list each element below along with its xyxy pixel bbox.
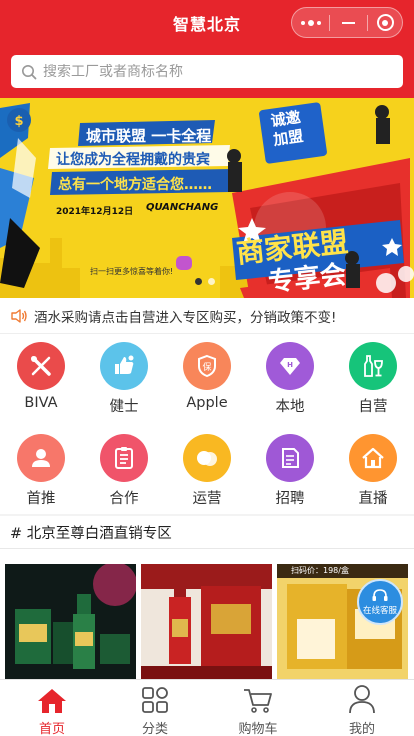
promo-banner[interactable]: $ 城市联盟 一卡全程 让您成为全程拥戴的贵宾 总有一个地方适合您…… 2021…	[0, 98, 414, 298]
tools-icon	[17, 342, 65, 390]
carousel-indicators	[195, 278, 215, 285]
banner-date: 2021年12月12日	[56, 207, 134, 217]
bottom-tab-bar: 首页 分类 购物车 我的	[0, 679, 414, 736]
tab-profile[interactable]: 我的	[310, 680, 414, 736]
product-card[interactable]	[141, 564, 272, 679]
minimize-button[interactable]	[330, 8, 367, 37]
svg-text:保: 保	[202, 361, 211, 373]
grid-item-label: 直播	[358, 491, 388, 507]
cart-icon	[244, 689, 272, 713]
grid-item-label: 运营	[192, 491, 222, 507]
home-icon	[38, 689, 66, 713]
category-grid: BIVA 健士 保 Apple H 本地 自营 首推 合作 运营 招聘 直播	[0, 334, 414, 514]
headset-icon	[372, 588, 388, 601]
grid-item-cooperate[interactable]: 合作	[84, 434, 164, 508]
tab-category[interactable]: 分类	[103, 680, 207, 736]
diamond-icon: H	[266, 342, 314, 390]
home-icon	[349, 434, 397, 482]
grid-item-self-run[interactable]: 自营	[333, 342, 413, 416]
tab-label: 首页	[38, 722, 65, 736]
close-miniprogram-button[interactable]	[368, 8, 402, 37]
grid-item-local[interactable]: H 本地	[250, 342, 330, 416]
grid-item-recommend[interactable]: 首推	[1, 434, 81, 508]
grid-item-label: 自营	[358, 399, 388, 415]
grid-item-apple[interactable]: 保 Apple	[167, 342, 247, 411]
user-icon	[17, 434, 65, 482]
search-icon	[22, 64, 37, 79]
tab-cart[interactable]: 购物车	[206, 680, 310, 736]
shield-icon: 保	[183, 342, 231, 390]
section-header: # 北京至尊白酒直销专区	[0, 516, 414, 549]
carousel-dot-active[interactable]	[195, 278, 202, 285]
carousel-dot[interactable]	[208, 278, 215, 285]
banner-subheadline: 专享会	[266, 259, 348, 298]
banner-city: QUANCHANG	[146, 202, 219, 213]
target-close-icon	[376, 14, 394, 31]
miniprogram-capsule	[291, 7, 403, 38]
grid-item-label: BIVA	[24, 395, 58, 411]
notice-text: 酒水采购请点击自营进入专区购买，分销政策不变!	[34, 309, 337, 326]
tab-label: 分类	[141, 722, 168, 736]
bottle-icon	[349, 342, 397, 390]
svg-text:$: $	[14, 114, 23, 129]
thumbs-up-icon	[100, 342, 148, 390]
grid-item-jianshi[interactable]: 健士	[84, 342, 164, 416]
person-icon	[349, 685, 375, 714]
svg-text:H: H	[287, 361, 293, 369]
section-title: # 北京至尊白酒直销专区	[10, 525, 172, 542]
grid-item-label: 本地	[275, 399, 305, 415]
grid-item-label: Apple	[186, 395, 228, 411]
product-price-tag: 扫码价：198/盒	[291, 566, 349, 575]
grid-item-label: 首推	[26, 491, 56, 507]
search-area	[0, 44, 414, 98]
header-bar: 智慧北京	[0, 0, 414, 44]
grid-item-recruit[interactable]: 招聘	[250, 434, 330, 508]
grid-item-live[interactable]: 直播	[333, 434, 413, 508]
more-menu-button[interactable]	[292, 8, 329, 37]
banner-line-3: 总有一个地方适合您……	[58, 177, 212, 193]
search-input[interactable]	[43, 63, 373, 80]
more-dots-icon	[300, 19, 321, 26]
online-service-label: 在线客服	[362, 605, 397, 616]
tab-home[interactable]: 首页	[0, 680, 104, 736]
search-box[interactable]	[11, 55, 403, 88]
chat-icon	[183, 434, 231, 482]
banner-line-2: 让您成为全程拥戴的贵宾	[56, 152, 210, 168]
banner-line-1: 城市联盟 一卡全程	[86, 127, 212, 145]
grid-item-label: 健士	[109, 399, 139, 415]
product-image	[141, 564, 272, 679]
banner-badge: 诚邀 加盟	[270, 108, 305, 150]
speaker-icon	[11, 308, 27, 323]
tab-label: 购物车	[238, 722, 278, 736]
product-image	[5, 564, 136, 679]
product-list: 扫码价：198/盒	[0, 549, 414, 679]
document-icon	[266, 434, 314, 482]
minus-icon	[342, 21, 355, 24]
grid-item-label: 招聘	[275, 491, 305, 507]
banner-scan-text: 扫一扫更多惊喜等着你!	[90, 267, 174, 276]
grid-item-label: 合作	[109, 491, 139, 507]
grid-item-operation[interactable]: 运营	[167, 434, 247, 508]
notice-bar[interactable]: 酒水采购请点击自营进入专区购买，分销政策不变!	[0, 298, 414, 334]
online-service-button[interactable]: 在线客服	[357, 579, 403, 625]
category-grid-icon	[142, 687, 168, 713]
clipboard-icon	[100, 434, 148, 482]
product-card[interactable]	[5, 564, 136, 679]
grid-item-biva[interactable]: BIVA	[1, 342, 81, 411]
tab-label: 我的	[348, 722, 375, 736]
